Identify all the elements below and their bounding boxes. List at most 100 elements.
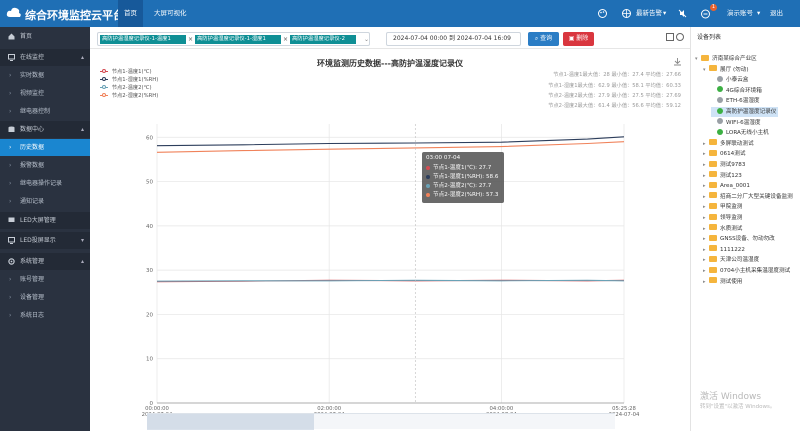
tree-label: LORA无线小主机 (726, 130, 769, 137)
activation-watermark-hint: 转到"设置"以激活 Windows。 (700, 404, 776, 410)
tree-group[interactable]: ▸ 招商二分厂大型关键设备监测 (703, 192, 795, 202)
chevron-right-icon: › (9, 312, 12, 319)
tree-label: 领导监测 (720, 215, 743, 221)
sidebar-item-alarm[interactable]: › 报警数据 (0, 157, 90, 174)
tree-group[interactable]: ▸ GNSS设备、勿动勿改 (703, 234, 777, 244)
notice-button[interactable]: 最新告警 (636, 0, 662, 27)
sidebar-item-home[interactable]: 首页 (0, 28, 90, 45)
offline-status-icon (717, 96, 723, 103)
folder-icon (709, 139, 717, 146)
chevron-up-icon: ▴ (80, 126, 84, 133)
tree-label: GNSS设备、勿动勿改 (720, 236, 775, 243)
folder-icon (709, 160, 717, 167)
series-dot (426, 183, 430, 188)
tree-group[interactable]: ▾ 济南某综合产业区 (695, 54, 759, 64)
tree-group[interactable]: ▾ 展厅 (勿动) (703, 65, 751, 75)
sidebar-item-history[interactable]: › 历史数据 (0, 139, 90, 156)
sidebar-item-system[interactable]: 系统管理 ▴ (0, 253, 90, 270)
logout-button[interactable]: 退出 (770, 0, 783, 27)
tree-label: 1111222 (720, 246, 745, 253)
nav-home[interactable]: 首页 (118, 0, 143, 27)
chevron-down-icon: ▾ (663, 9, 667, 17)
gear-icon (8, 258, 15, 265)
folder-icon (709, 266, 717, 273)
chevron-right-icon: › (9, 162, 12, 169)
chevron-right-icon: › (9, 276, 12, 283)
offline-status-icon (717, 75, 723, 82)
y-tick-label: 60 (146, 135, 153, 141)
tree-device[interactable]: 高防护温湿度记录仪 (711, 107, 779, 117)
sidebar-item-online-monitor[interactable]: 在线监控 ▴ (0, 49, 90, 66)
online-status-icon (717, 107, 723, 114)
sidebar-item-accounts[interactable]: › 账号管理 (0, 271, 90, 288)
sidebar-item-relay[interactable]: › 继电器控制 (0, 103, 90, 120)
sidebar-item-data-center[interactable]: 数据中心 ▴ (0, 121, 90, 138)
tree-device[interactable]: LORA无线小主机 (711, 128, 771, 138)
tree-label: ETH-6温湿度 (726, 98, 760, 105)
folder-icon (709, 192, 717, 199)
tree-group[interactable]: ▸ 多屏联动测试 (703, 139, 756, 149)
tree-group[interactable]: ▸ 0614测试 (703, 149, 747, 159)
sidebar-item-led-cast[interactable]: LED投屏显示 ▾ (0, 232, 90, 249)
tree-group[interactable]: ▸ 甲院监测 (703, 202, 744, 212)
chevron-right-icon: › (9, 294, 12, 301)
chart-tooltip: 03:00 07-04 节点1-温度1(℃): 27.7 节点1-湿度1(%RH… (422, 152, 504, 203)
folder-icon (709, 149, 717, 156)
slider-selection[interactable] (147, 414, 314, 430)
tree-group[interactable]: ▸ 0704小主机采集温湿度测试 (703, 266, 792, 276)
tree-group[interactable]: ▸ 水质测试 (703, 224, 744, 234)
tree-group[interactable]: ▸ 测试123 (703, 171, 744, 181)
tree-label: 水质测试 (720, 225, 743, 232)
online-status-icon (717, 86, 723, 93)
tree-label: 小泰云盒 (726, 77, 749, 84)
nav-big-screen[interactable]: 大屏可视化 (148, 0, 193, 27)
sidebar-item-relay-log[interactable]: › 继电器操作记录 (0, 175, 90, 192)
tree-label: 4G综合环境箱 (726, 87, 762, 94)
globe-icon[interactable] (621, 8, 632, 19)
tree-label: 测试使用 (720, 278, 743, 285)
tree-group[interactable]: ▸ 领导监测 (703, 213, 744, 223)
sidebar-item-led-screen[interactable]: LED大屏管理 (0, 212, 90, 229)
series-dot (426, 174, 430, 179)
cloud-logo-icon (6, 7, 21, 17)
tree-label: 测试9783 (720, 162, 746, 168)
tree-label: 天津公司温湿度 (720, 257, 760, 264)
sidebar-item-realtime[interactable]: › 实时数据 (0, 67, 90, 84)
tooltip-row: 节点1-温度1(℃): 27.7 (426, 164, 500, 173)
sidebar-item-syslog[interactable]: › 系统日志 (0, 307, 90, 324)
mute-icon[interactable] (677, 8, 688, 19)
theme-icon[interactable] (597, 8, 608, 19)
tree-label: Area_0001 (720, 183, 750, 190)
tree-label: 高防护温湿度记录仪 (726, 109, 777, 115)
message-icon[interactable] (700, 8, 711, 19)
sidebar-item-notify-log[interactable]: › 通知记录 (0, 193, 90, 210)
online-status-icon (717, 128, 723, 135)
tree-group[interactable]: ▸ 测试9783 (703, 160, 747, 170)
tree-label: 0704小主机采集温湿度测试 (720, 268, 791, 274)
device-panel-title: 设备列表 (697, 34, 722, 41)
tree-group[interactable]: ▸ 天津公司温湿度 (703, 255, 761, 265)
folder-icon (709, 224, 717, 231)
top-bar: 综合环境监控云平台 首页 大屏可视化 最新告警 ▾ 1 演示账号 ▾ 退出 (0, 0, 800, 27)
folder-icon (709, 181, 717, 188)
chevron-down-icon: ▾ (80, 237, 84, 244)
series-dot (426, 192, 430, 197)
database-icon (8, 126, 15, 132)
folder-icon (709, 202, 717, 209)
tree-device[interactable]: 4G综合环境箱 (711, 86, 764, 96)
tree-device[interactable]: 小泰云盒 (711, 75, 750, 85)
tree-device[interactable]: WIFI-6温湿度 (711, 118, 762, 128)
account-menu[interactable]: 演示账号 (727, 0, 753, 27)
tree-device[interactable]: ETH-6温湿度 (711, 96, 762, 106)
tree-group[interactable]: ▸ Area_0001 (703, 181, 752, 191)
home-icon (8, 33, 15, 40)
tree-group[interactable]: ▸ 测试使用 (703, 277, 744, 287)
tree-label: 招商二分厂大型关键设备监测 (720, 193, 793, 200)
sidebar-item-video[interactable]: › 视频监控 (0, 85, 90, 102)
time-range-slider[interactable] (147, 413, 615, 430)
folder-icon (709, 277, 717, 284)
y-tick-label: 10 (146, 357, 153, 363)
sidebar-item-devices[interactable]: › 设备管理 (0, 289, 90, 306)
app-title: 综合环境监控云平台 (25, 9, 124, 22)
tree-group[interactable]: ▸ 1111222 (703, 245, 747, 255)
